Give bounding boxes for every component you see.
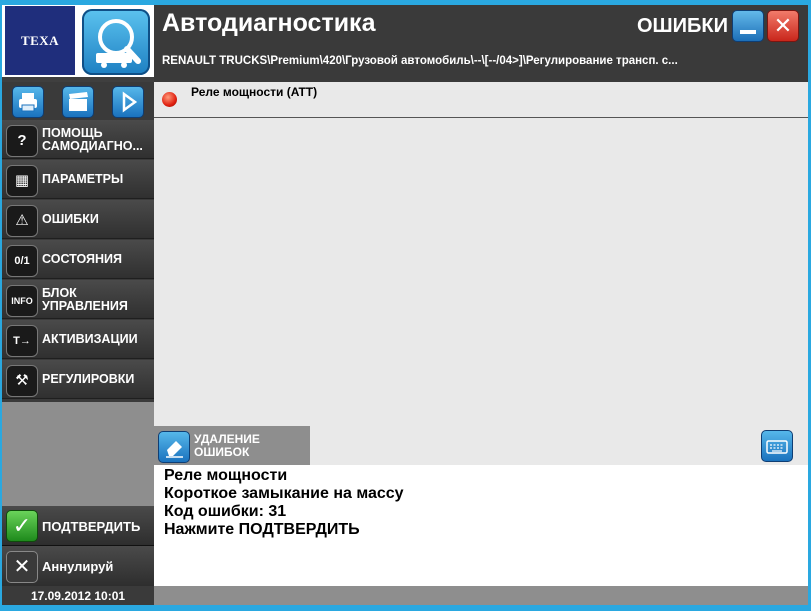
- app-title: Автодиагностика: [162, 9, 376, 37]
- sidebar-item-states[interactable]: 0/1 СОСТОЯНИЯ: [2, 240, 154, 279]
- breadcrumb: RENAULT TRUCKS\Premium\420\Грузовой авто…: [162, 55, 678, 67]
- keyboard-button[interactable]: [761, 430, 793, 462]
- section-title: ОШИБКИ: [637, 15, 728, 37]
- texa-logo: TEXA: [5, 6, 75, 75]
- sidebar-item-label: РЕГУЛИРОВКИ: [42, 372, 135, 386]
- warning-icon: ⚠: [6, 205, 38, 237]
- detail-description: Короткое замыкание на массу: [164, 485, 404, 502]
- grid-icon: ▦: [6, 165, 38, 197]
- close-button[interactable]: ✕: [767, 10, 799, 42]
- info-icon: INFO: [6, 285, 38, 317]
- sidebar-item-label: БЛОК УПРАВЛЕНИЯ: [42, 285, 128, 313]
- record-button[interactable]: [62, 86, 94, 118]
- help-icon: ?: [6, 125, 38, 157]
- minimize-icon: [740, 30, 756, 34]
- actions-bar: УДАЛЕНИЕ ОШИБОК: [154, 426, 808, 465]
- sidebar-item-activations[interactable]: T→ АКТИВИЗАЦИИ: [2, 320, 154, 359]
- eraser-icon: [158, 431, 190, 463]
- sidebar-item-help[interactable]: ? ПОМОЩЬ САМОДИАГНО...: [2, 120, 154, 159]
- detail-error-code: Код ошибки: 31: [164, 503, 287, 520]
- print-button[interactable]: [12, 86, 44, 118]
- sidebar-menu: ? ПОМОЩЬ САМОДИАГНО... ▦ ПАРАМЕТРЫ ⚠ ОШИ…: [2, 120, 154, 402]
- keyboard-icon: [766, 440, 788, 454]
- sidebar-item-control-unit[interactable]: INFO БЛОК УПРАВЛЕНИЯ: [2, 280, 154, 319]
- confirm-button[interactable]: ✓ ПОДТВЕРДИТЬ: [2, 506, 154, 546]
- sidebar-item-errors[interactable]: ⚠ ОШИБКИ: [2, 200, 154, 239]
- switch-icon: 0/1: [6, 245, 38, 277]
- confirm-label: ПОДТВЕРДИТЬ: [42, 518, 141, 534]
- window-border-bottom: [0, 605, 811, 611]
- sidebar-item-label: ПАРАМЕТРЫ: [42, 172, 124, 186]
- sidebar-item-adjustments[interactable]: ⚒ РЕГУЛИРОВКИ: [2, 360, 154, 399]
- minimize-button[interactable]: [732, 10, 764, 42]
- sidebar-item-label: АКТИВИЗАЦИИ: [42, 332, 138, 346]
- sidebar-empty-area: [2, 402, 154, 506]
- sidebar-item-label: ОШИБКИ: [42, 212, 99, 226]
- error-details-panel: Реле мощности Короткое замыкание на масс…: [154, 465, 808, 586]
- close-icon: ✕: [773, 13, 793, 38]
- magnifier-truck-icon: [82, 9, 150, 75]
- tools-icon: ⚒: [6, 365, 38, 397]
- error-title: Реле мощности (ATT): [191, 85, 318, 99]
- toolbar: [2, 82, 154, 120]
- clapperboard-icon: [69, 92, 88, 111]
- sidebar-item-label: СОСТОЯНИЯ: [42, 252, 123, 266]
- actuator-icon: T→: [6, 325, 38, 357]
- play-icon: [122, 91, 138, 113]
- play-button[interactable]: [112, 86, 144, 118]
- detail-instruction: Нажмите ПОДТВЕРДИТЬ: [164, 521, 360, 538]
- status-bar: [154, 586, 808, 605]
- cross-icon: ✕: [6, 551, 38, 583]
- datetime-display: 17.09.2012 10:01: [2, 586, 154, 605]
- sidebar-item-parameters[interactable]: ▦ ПАРАМЕТРЫ: [2, 160, 154, 199]
- delete-errors-button[interactable]: УДАЛЕНИЕ ОШИБОК: [154, 426, 310, 465]
- cancel-label: Аннулируй: [42, 558, 114, 574]
- sidebar-item-label: ПОМОЩЬ САМОДИАГНО...: [42, 125, 143, 153]
- header-bar: Автодиагностика ОШИБКИ ✕ RENAULT TRUCKS\…: [154, 5, 808, 82]
- printer-icon: [19, 93, 37, 112]
- app-window: TEXA Автодиагностика ОШИБКИ ✕ RENAULT TR…: [0, 0, 811, 611]
- list-item[interactable]: Реле мощности (ATT): [154, 82, 808, 118]
- error-list: Реле мощности (ATT): [154, 82, 808, 426]
- detail-component: Реле мощности: [164, 467, 288, 484]
- cancel-button[interactable]: ✕ Аннулируй: [2, 546, 154, 586]
- error-status-icon: [162, 92, 177, 107]
- delete-errors-label: УДАЛЕНИЕ ОШИБОК: [194, 432, 260, 459]
- checkmark-icon: ✓: [6, 510, 38, 542]
- logo-text: TEXA: [20, 32, 60, 48]
